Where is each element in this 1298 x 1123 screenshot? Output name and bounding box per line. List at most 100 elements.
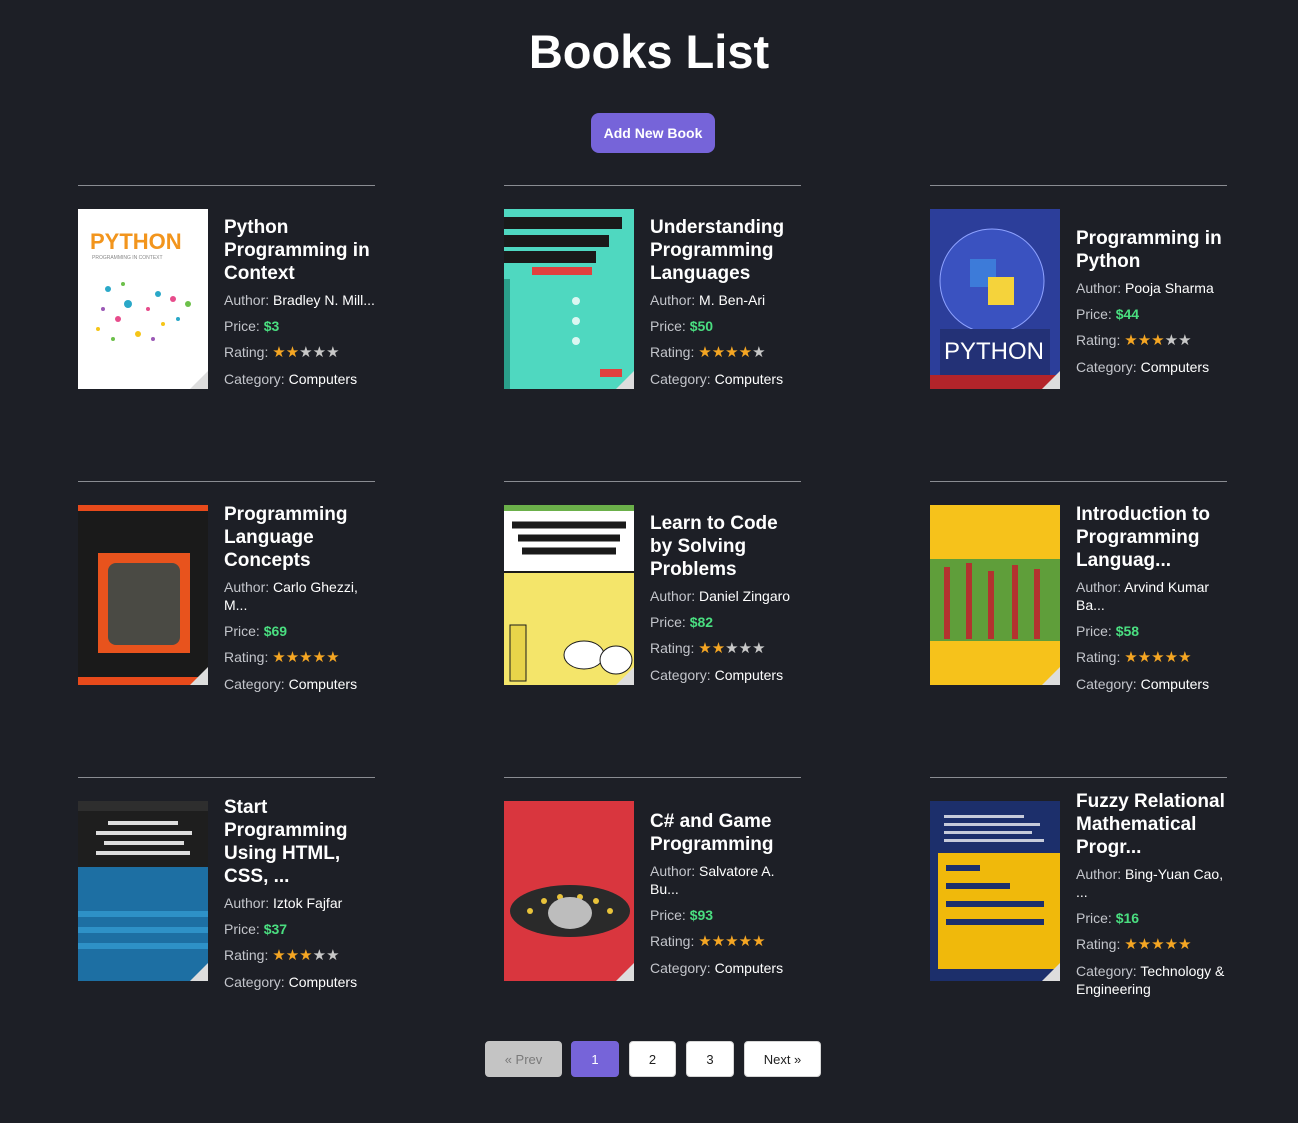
author-value: M. Ben-Ari bbox=[699, 291, 766, 308]
page-1-button[interactable]: 1 bbox=[571, 1041, 619, 1077]
rating-line: Rating: ★★★★★ bbox=[1076, 331, 1228, 350]
rating-label: Rating: bbox=[224, 343, 273, 360]
add-new-book-button[interactable]: Add New Book bbox=[591, 113, 715, 153]
book-info: C# and Game Programming Author: Salvator… bbox=[650, 778, 802, 1017]
book-title[interactable]: Start Programming Using HTML, CSS, ... bbox=[224, 796, 376, 888]
rating-label: Rating: bbox=[650, 343, 699, 360]
book-title[interactable]: Introduction to Programming Languag... bbox=[1076, 503, 1228, 572]
category-line: Category: Computers bbox=[650, 370, 802, 388]
star-filled-icon: ★ bbox=[698, 639, 712, 657]
price-value: $16 bbox=[1115, 909, 1140, 926]
page-2-button[interactable]: 2 bbox=[629, 1041, 676, 1077]
category-line: Category: Computers bbox=[1076, 358, 1228, 376]
star-filled-icon: ★ bbox=[272, 648, 286, 666]
star-empty-icon: ★ bbox=[312, 343, 327, 361]
book-card: Introduction to Programming Languag... A… bbox=[930, 481, 1227, 721]
author-label: Author: bbox=[224, 578, 274, 595]
svg-text:PROGRAMMING IN CONTEXT: PROGRAMMING IN CONTEXT bbox=[92, 255, 163, 261]
book-cover-image[interactable] bbox=[504, 209, 634, 389]
author-label: Author: bbox=[650, 291, 700, 308]
book-info: Start Programming Using HTML, CSS, ... A… bbox=[224, 778, 376, 1017]
book-info: Programming Language Concepts Author: Ca… bbox=[224, 482, 376, 721]
star-filled-icon: ★ bbox=[1164, 935, 1179, 953]
author-line: Author: M. Ben-Ari bbox=[650, 291, 802, 309]
star-filled-icon: ★ bbox=[1137, 648, 1152, 666]
book-cover-image[interactable]: PYTHON PROGRAMMING IN CONTEXT bbox=[78, 209, 208, 389]
author-line: Author: Daniel Zingaro bbox=[650, 587, 802, 605]
star-filled-icon: ★ bbox=[299, 648, 313, 666]
star-filled-icon: ★ bbox=[1124, 935, 1138, 953]
category-label: Category: bbox=[224, 675, 289, 692]
book-title[interactable]: Understanding Programming Languages bbox=[650, 216, 802, 285]
price-label: Price: bbox=[650, 907, 690, 923]
book-title[interactable]: Python Programming in Context bbox=[224, 216, 376, 285]
book-card: Learn to Code by Solving Problems Author… bbox=[504, 481, 801, 721]
author-label: Author: bbox=[224, 291, 274, 308]
rating-label: Rating: bbox=[1076, 648, 1125, 665]
book-title[interactable]: Programming in Python bbox=[1076, 227, 1228, 273]
book-card: Understanding Programming Languages Auth… bbox=[504, 185, 801, 425]
book-cover-image[interactable] bbox=[930, 505, 1060, 685]
star-empty-icon: ★ bbox=[752, 639, 766, 657]
price-value: $82 bbox=[689, 613, 714, 630]
book-title[interactable]: Programming Language Concepts bbox=[224, 503, 376, 572]
price-line: Price: $37 bbox=[224, 920, 376, 938]
category-value: Computers bbox=[1140, 675, 1210, 692]
book-title[interactable]: Learn to Code by Solving Problems bbox=[650, 512, 802, 581]
category-label: Category: bbox=[650, 370, 715, 387]
category-line: Category: Technology & Engineering bbox=[1076, 962, 1228, 998]
page-3-button[interactable]: 3 bbox=[686, 1041, 734, 1077]
category-label: Category: bbox=[650, 960, 715, 976]
category-label: Category: bbox=[1076, 962, 1141, 979]
price-label: Price: bbox=[224, 921, 264, 937]
star-filled-icon: ★ bbox=[1124, 648, 1138, 666]
book-info: Understanding Programming Languages Auth… bbox=[650, 186, 802, 425]
price-line: Price: $69 bbox=[224, 622, 376, 640]
price-line: Price: $3 bbox=[224, 317, 376, 335]
star-filled-icon: ★ bbox=[1137, 332, 1152, 349]
category-line: Category: Computers bbox=[1076, 675, 1228, 693]
author-line: Author: Bradley N. Mill... bbox=[224, 291, 376, 309]
book-cover-image[interactable] bbox=[78, 505, 208, 685]
rating-line: Rating: ★★★★★ bbox=[224, 648, 376, 667]
category-value: Computers bbox=[714, 666, 784, 683]
book-title[interactable]: Fuzzy Relational Mathematical Progr... bbox=[1076, 790, 1228, 859]
category-label: Category: bbox=[224, 370, 289, 387]
price-line: Price: $16 bbox=[1076, 909, 1228, 927]
book-cover-image[interactable] bbox=[930, 801, 1060, 981]
category-value: Computers bbox=[288, 974, 358, 990]
book-info: Fuzzy Relational Mathematical Progr... A… bbox=[1076, 778, 1228, 1017]
book-title[interactable]: C# and Game Programming bbox=[650, 810, 802, 856]
svg-text:PYTHON: PYTHON bbox=[90, 229, 182, 254]
price-label: Price: bbox=[1076, 622, 1116, 639]
star-filled-icon: ★ bbox=[1137, 935, 1152, 953]
rating-stars: ★★★★★ bbox=[272, 947, 339, 964]
author-value: Iztok Fajfar bbox=[273, 895, 343, 911]
star-empty-icon: ★ bbox=[326, 343, 340, 361]
rating-line: Rating: ★★★★★ bbox=[1076, 935, 1228, 954]
book-info: Introduction to Programming Languag... A… bbox=[1076, 482, 1228, 721]
category-line: Category: Computers bbox=[224, 973, 376, 991]
category-value: Computers bbox=[714, 370, 784, 387]
star-filled-icon: ★ bbox=[738, 343, 753, 361]
book-cover-image[interactable]: PYTHON bbox=[930, 209, 1060, 389]
prev-page-button[interactable]: « Prev bbox=[485, 1041, 562, 1077]
book-cover-image[interactable] bbox=[504, 801, 634, 981]
star-filled-icon: ★ bbox=[1151, 332, 1165, 349]
star-filled-icon: ★ bbox=[285, 947, 300, 964]
rating-stars: ★★★★★ bbox=[698, 933, 765, 950]
rating-label: Rating: bbox=[650, 639, 699, 656]
book-cover-image[interactable] bbox=[504, 505, 634, 685]
price-label: Price: bbox=[650, 613, 690, 630]
author-line: Author: Pooja Sharma bbox=[1076, 279, 1228, 297]
author-value: Bradley N. Mill... bbox=[273, 291, 375, 308]
book-cover-image[interactable] bbox=[78, 801, 208, 981]
next-page-button[interactable]: Next » bbox=[744, 1041, 821, 1077]
category-line: Category: Computers bbox=[224, 370, 376, 388]
author-label: Author: bbox=[650, 587, 700, 604]
star-filled-icon: ★ bbox=[711, 639, 726, 657]
category-label: Category: bbox=[224, 974, 289, 990]
book-info: Programming in Python Author: Pooja Shar… bbox=[1076, 186, 1228, 425]
star-empty-icon: ★ bbox=[1164, 332, 1179, 349]
star-filled-icon: ★ bbox=[725, 933, 739, 950]
